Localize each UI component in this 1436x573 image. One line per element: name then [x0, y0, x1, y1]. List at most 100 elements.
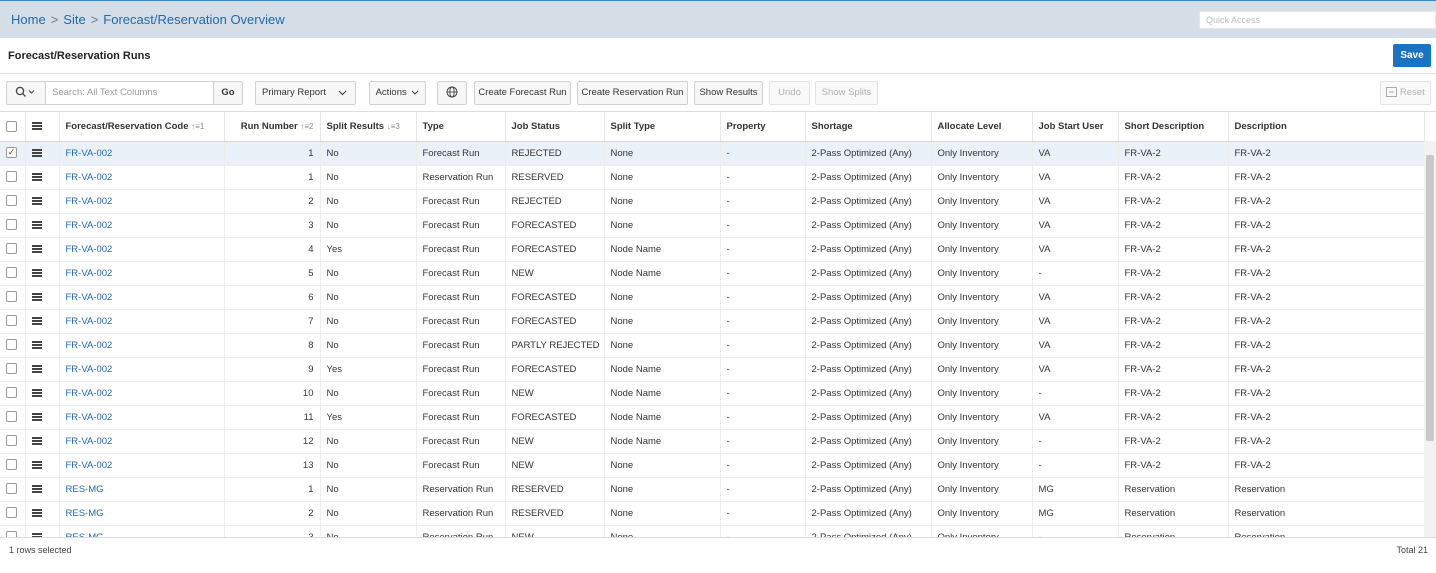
row-select-cell[interactable]	[0, 309, 26, 334]
cell-code[interactable]: RES-MG	[59, 525, 225, 537]
create-reservation-run-button[interactable]: Create Reservation Run	[577, 81, 688, 105]
column-header-job-status[interactable]: Job Status	[505, 112, 605, 142]
checkbox[interactable]	[6, 483, 17, 495]
row-select-cell[interactable]	[0, 453, 26, 478]
row-actions-cell[interactable]	[25, 525, 60, 537]
checkbox[interactable]	[6, 219, 17, 231]
row-select-cell[interactable]	[0, 237, 26, 262]
cell-code[interactable]: FR-VA-002	[59, 309, 225, 334]
breadcrumb-site[interactable]: Site	[63, 12, 85, 27]
table-row[interactable]: FR-VA-002 4 Yes Forecast Run FORECASTED Node …	[0, 237, 1425, 262]
cell-code[interactable]: FR-VA-002	[59, 165, 225, 190]
quick-access-input[interactable]: Quick Access	[1199, 11, 1436, 29]
scrollbar-thumb[interactable]	[1426, 155, 1434, 441]
table-row[interactable]: FR-VA-002 6 No Forecast Run FORECASTED None -2…	[0, 285, 1425, 310]
vertical-scrollbar[interactable]	[1424, 141, 1436, 537]
row-actions-cell[interactable]	[25, 141, 60, 166]
cell-code[interactable]: FR-VA-002	[59, 333, 225, 358]
cell-code[interactable]: FR-VA-002	[59, 285, 225, 310]
column-header-shortage[interactable]: Shortage	[805, 112, 932, 142]
globe-button[interactable]	[437, 81, 467, 105]
row-actions-cell[interactable]	[25, 357, 60, 382]
show-results-button[interactable]: Show Results	[694, 81, 763, 105]
table-row[interactable]: FR-VA-002 7 No Forecast Run FORECASTED None -2…	[0, 309, 1425, 334]
breadcrumb-current[interactable]: Forecast/Reservation Overview	[103, 12, 284, 27]
row-select-cell[interactable]	[0, 405, 26, 430]
cell-code[interactable]: RES-MG	[59, 477, 225, 502]
checkbox[interactable]	[6, 171, 17, 183]
row-actions-cell[interactable]	[25, 237, 60, 262]
table-row[interactable]: FR-VA-002 2 No Forecast Run REJECTED None -2-P…	[0, 189, 1425, 214]
create-forecast-run-button[interactable]: Create Forecast Run	[474, 81, 571, 105]
row-select-cell[interactable]	[0, 477, 26, 502]
row-select-cell[interactable]	[0, 261, 26, 286]
checkbox[interactable]	[6, 195, 17, 207]
row-select-cell[interactable]	[0, 525, 26, 537]
column-header-split-type[interactable]: Split Type	[604, 112, 721, 142]
table-row[interactable]: RES-MG 3 No Reservation Run NEW None -2-Pass O…	[0, 525, 1425, 537]
checkbox[interactable]	[6, 267, 17, 279]
checked-checkbox[interactable]: ✓	[6, 147, 17, 159]
checkbox[interactable]	[6, 291, 17, 303]
row-actions-cell[interactable]	[25, 429, 60, 454]
search-input[interactable]: Search: All Text Columns	[45, 81, 214, 105]
checkbox[interactable]	[6, 435, 17, 447]
cell-code[interactable]: FR-VA-002	[59, 189, 225, 214]
row-actions-cell[interactable]	[25, 261, 60, 286]
undo-button[interactable]: Undo	[769, 81, 810, 105]
table-row[interactable]: RES-MG 1 No Reservation Run RESERVED None -2-P…	[0, 477, 1425, 502]
column-header-description[interactable]: Description	[1228, 112, 1425, 142]
checkbox[interactable]	[6, 507, 17, 519]
column-header-job-start-user[interactable]: Job Start User	[1032, 112, 1119, 142]
report-select[interactable]: Primary Report	[255, 81, 356, 105]
cell-code[interactable]: FR-VA-002	[59, 357, 225, 382]
table-row[interactable]: FR-VA-002 11 Yes Forecast Run FORECASTED Node…	[0, 405, 1425, 430]
table-row[interactable]: FR-VA-002 3 No Forecast Run FORECASTED None -2…	[0, 213, 1425, 238]
row-actions-cell[interactable]	[25, 285, 60, 310]
row-actions-cell[interactable]	[25, 477, 60, 502]
checkbox[interactable]	[6, 459, 17, 471]
column-header-type[interactable]: Type	[416, 112, 506, 142]
column-header-short-description[interactable]: Short Description	[1118, 112, 1229, 142]
row-select-cell[interactable]	[0, 381, 26, 406]
row-select-cell[interactable]	[0, 333, 26, 358]
row-actions-cell[interactable]	[25, 165, 60, 190]
row-actions-header[interactable]	[25, 112, 60, 142]
table-row[interactable]: FR-VA-002 12 No Forecast Run NEW Node Name -2-…	[0, 429, 1425, 454]
checkbox[interactable]	[6, 315, 17, 327]
table-row[interactable]: FR-VA-002 10 No Forecast Run NEW Node Name -2-…	[0, 381, 1425, 406]
column-header-code[interactable]: Forecast/Reservation Code ↑≡1	[59, 112, 225, 142]
table-row[interactable]: FR-VA-002 8 No Forecast Run PARTLY REJECTED N…	[0, 333, 1425, 358]
row-actions-cell[interactable]	[25, 333, 60, 358]
row-select-cell[interactable]	[0, 213, 26, 238]
table-row[interactable]: RES-MG 2 No Reservation Run RESERVED None -2-P…	[0, 501, 1425, 526]
row-select-cell[interactable]	[0, 285, 26, 310]
table-row[interactable]: ✓ FR-VA-002 1 No Forecast Run REJECTED None -2-…	[0, 141, 1425, 166]
checkbox[interactable]	[6, 243, 17, 255]
row-select-cell[interactable]	[0, 165, 26, 190]
column-header-split-results[interactable]: Split Results ↓≡3	[320, 112, 417, 142]
cell-code[interactable]: FR-VA-002	[59, 429, 225, 454]
checkbox[interactable]	[6, 363, 17, 375]
row-select-cell[interactable]	[0, 501, 26, 526]
checkbox[interactable]	[6, 120, 17, 132]
cell-code[interactable]: FR-VA-002	[59, 141, 225, 166]
cell-code[interactable]: FR-VA-002	[59, 453, 225, 478]
reset-button[interactable]: Reset	[1380, 81, 1431, 105]
cell-code[interactable]: FR-VA-002	[59, 213, 225, 238]
actions-menu-button[interactable]: Actions	[369, 81, 426, 105]
cell-code[interactable]: FR-VA-002	[59, 381, 225, 406]
checkbox[interactable]	[6, 411, 17, 423]
breadcrumb-home[interactable]: Home	[11, 12, 46, 27]
row-select-cell[interactable]	[0, 429, 26, 454]
cell-code[interactable]: FR-VA-002	[59, 405, 225, 430]
select-all-checkbox[interactable]	[0, 112, 26, 142]
cell-code[interactable]: RES-MG	[59, 501, 225, 526]
row-actions-cell[interactable]	[25, 309, 60, 334]
row-actions-cell[interactable]	[25, 189, 60, 214]
table-row[interactable]: FR-VA-002 13 No Forecast Run NEW None -2-Pass …	[0, 453, 1425, 478]
table-row[interactable]: FR-VA-002 9 Yes Forecast Run FORECASTED Node …	[0, 357, 1425, 382]
search-column-selector[interactable]	[6, 81, 46, 105]
column-header-allocate-level[interactable]: Allocate Level	[931, 112, 1033, 142]
table-row[interactable]: FR-VA-002 1 No Reservation Run RESERVED None -…	[0, 165, 1425, 190]
